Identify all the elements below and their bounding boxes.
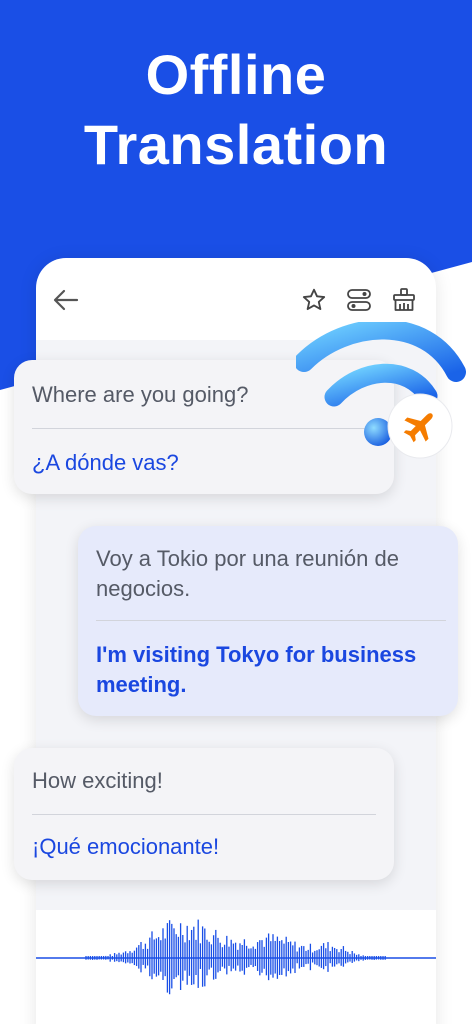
- audio-waveform: [36, 919, 436, 995]
- mode-toggle-button[interactable]: [345, 286, 373, 314]
- headline-line-1: Offline: [145, 43, 327, 106]
- message-bubble-3[interactable]: How exciting! ¡Qué emocionante!: [14, 748, 394, 880]
- offline-wifi-badge: [296, 322, 466, 459]
- message-bubble-2[interactable]: Voy a Tokio por una reunión de negocios.…: [78, 526, 458, 716]
- arrow-left-icon: [53, 289, 79, 311]
- clear-history-button[interactable]: [390, 286, 418, 314]
- headline-line-2: Translation: [83, 113, 389, 176]
- source-text: How exciting!: [32, 768, 163, 793]
- source-text: Voy a Tokio por una reunión de negocios.: [96, 546, 399, 601]
- source-text: Where are you going?: [32, 382, 249, 407]
- page-headline: Offline Translation: [0, 40, 472, 180]
- airplane-icon: [387, 393, 453, 459]
- broom-icon: [393, 288, 415, 311]
- star-icon: [302, 288, 326, 311]
- translated-text: I'm visiting Tokyo for business meeting.: [96, 642, 417, 697]
- back-button[interactable]: [52, 286, 80, 314]
- translated-text: ¿A dónde vas?: [32, 450, 179, 475]
- translated-text: ¡Qué emocionante!: [32, 834, 220, 859]
- divider: [32, 814, 376, 815]
- waveform-bars: [85, 919, 386, 995]
- favorite-button[interactable]: [300, 286, 328, 314]
- toggle-switch-icon: [347, 289, 371, 311]
- divider: [96, 620, 446, 621]
